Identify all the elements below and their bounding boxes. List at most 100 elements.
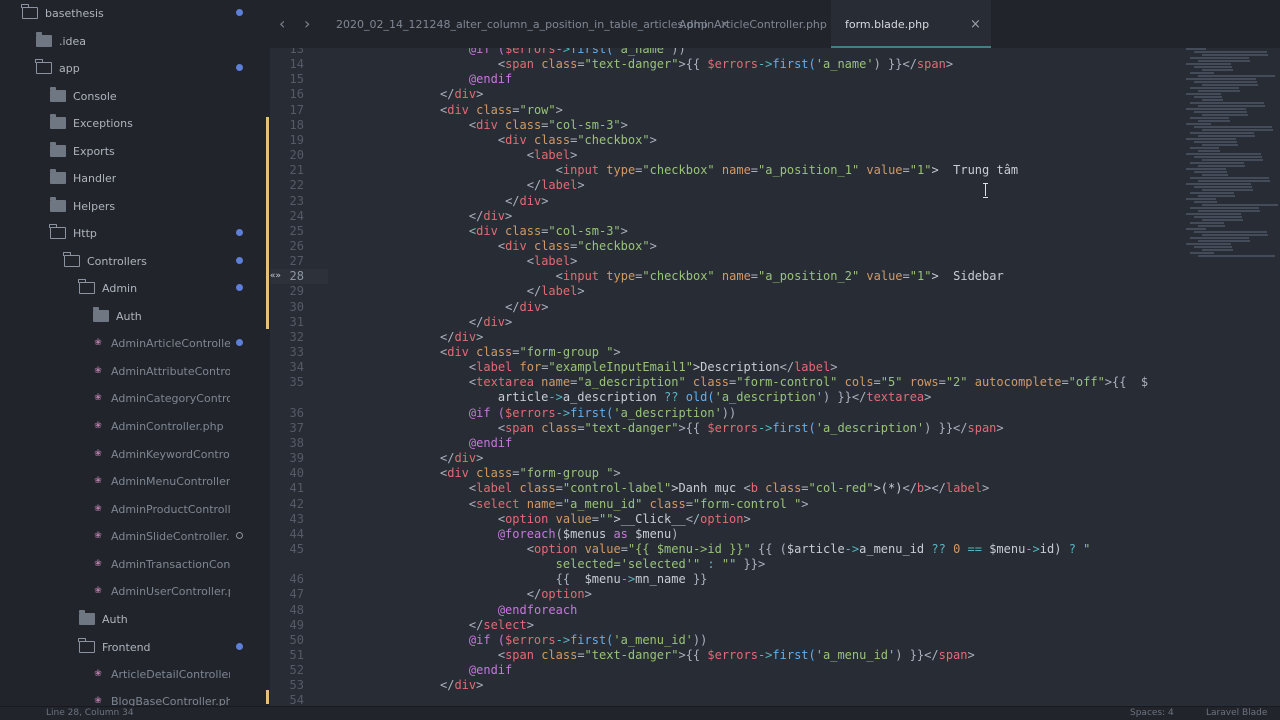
code-line[interactable]: 47 </option> bbox=[270, 587, 1170, 602]
code-line[interactable]: 16 </div> bbox=[270, 87, 1170, 102]
minimap-line bbox=[1198, 180, 1270, 182]
code-line[interactable]: 24 </div> bbox=[270, 209, 1170, 224]
folder-item[interactable]: app bbox=[0, 57, 270, 79]
code-line[interactable]: 30 </div> bbox=[270, 300, 1170, 315]
file-item[interactable]: ❀ AdminUserController.php bbox=[0, 580, 270, 602]
code-line[interactable]: 38 @endif bbox=[270, 436, 1170, 451]
code-line[interactable]: 49 </select> bbox=[270, 618, 1170, 633]
file-item[interactable]: ❀ AdminMenuController.php bbox=[0, 470, 270, 492]
code-line[interactable]: 13 @if ($errors->first('a_name')) bbox=[270, 48, 1170, 57]
minimap[interactable] bbox=[1180, 48, 1280, 258]
file-item[interactable]: ❀ AdminProductController.php bbox=[0, 498, 270, 520]
indentation-setting[interactable]: Spaces: 4 bbox=[1130, 708, 1174, 718]
code-token: >{{ bbox=[678, 420, 708, 435]
folder-item[interactable]: .idea bbox=[0, 30, 270, 52]
php-file-icon: ❀ bbox=[94, 421, 102, 431]
code-line[interactable]: 22 </label> bbox=[270, 178, 1170, 193]
code-line[interactable]: 21 <input type="checkbox" name="a_positio… bbox=[270, 163, 1170, 178]
tab-migration[interactable]: 2020_02_14_121248_alter_column_a_positio… bbox=[336, 0, 730, 48]
code-line[interactable]: 15 @endif bbox=[270, 72, 1170, 87]
code-token: "a_position_1" bbox=[758, 163, 867, 178]
line-number: 24 bbox=[289, 208, 304, 223]
folder-item[interactable]: Console bbox=[0, 85, 270, 107]
code-line[interactable]: 51 <span class="text-danger">{{ $errors->… bbox=[270, 648, 1170, 663]
code-line[interactable]: 41 <label class="control-label">Danh mục … bbox=[270, 481, 1170, 496]
code-token: @endif bbox=[468, 435, 513, 450]
code-token: id) bbox=[1039, 541, 1069, 556]
minimap-line bbox=[1190, 132, 1254, 134]
code-line[interactable]: 17 <div class="row"> bbox=[270, 103, 1170, 118]
code-line[interactable]: article->a_description ?? old('a_descrip… bbox=[270, 390, 1170, 405]
tab-form-blade[interactable]: form.blade.php bbox=[831, 0, 991, 48]
code-line[interactable]: 45 <option value="{{ $menu->id }}" {{ ($a… bbox=[270, 542, 1170, 557]
code-line[interactable]: 19 <div class="checkbox"> bbox=[270, 133, 1170, 148]
code-line[interactable]: 31 </div> bbox=[270, 315, 1170, 330]
file-item[interactable]: ❀ AdminTransactionController.php bbox=[0, 553, 270, 575]
file-item[interactable]: ❀ AdminKeywordController.php bbox=[0, 443, 270, 465]
code-line[interactable]: 27 <label> bbox=[270, 254, 1170, 269]
code-line[interactable]: «» 28 <input type="checkbox" name="a_posit… bbox=[270, 269, 1170, 285]
folder-item[interactable]: Auth bbox=[0, 608, 270, 630]
code-text: article->a_description ?? old('a_descrip… bbox=[498, 390, 932, 405]
code-token: class bbox=[476, 466, 513, 481]
code-line[interactable]: 36 @if ($errors->first('a_description')) bbox=[270, 406, 1170, 421]
code-line[interactable]: 53 </div> bbox=[270, 678, 1170, 693]
folder-item[interactable]: Exports bbox=[0, 140, 270, 162]
folder-item[interactable]: Frontend bbox=[0, 636, 270, 658]
tab-admin-article-controller[interactable]: AdminArticleController.php × bbox=[679, 0, 849, 48]
folder-open-icon bbox=[21, 4, 38, 19]
file-item[interactable]: ❀ AdminController.php bbox=[0, 415, 270, 437]
code-line[interactable]: 44 @foreach($menus as $menu) bbox=[270, 527, 1170, 542]
code-token: "text-danger" bbox=[584, 648, 679, 662]
cursor-position[interactable]: Line 28, Column 34 bbox=[46, 708, 134, 718]
code-line[interactable]: 43 <option value="">__Click__</option> bbox=[270, 512, 1170, 527]
code-line[interactable]: 50 @if ($errors->first('a_menu_id')) bbox=[270, 633, 1170, 648]
code-line[interactable]: 52 @endif bbox=[270, 663, 1170, 678]
code-line[interactable]: 42 <select name="a_menu_id" class="form-c… bbox=[270, 497, 1170, 512]
file-item[interactable]: ❀ AdminArticleController.php bbox=[0, 332, 270, 354]
close-icon[interactable]: × bbox=[970, 0, 981, 48]
php-file-icon: ❀ bbox=[94, 559, 102, 569]
code-token: = bbox=[873, 375, 881, 390]
folder-item[interactable]: Admin bbox=[0, 277, 270, 299]
minimap-line bbox=[1190, 177, 1269, 179]
code-line[interactable]: 33 <div class="form-group "> bbox=[270, 345, 1170, 360]
code-token: textarea bbox=[476, 375, 542, 390]
folder-item[interactable]: Handler bbox=[0, 167, 270, 189]
code-line[interactable]: 34 <label for="exampleInputEmail1">Descri… bbox=[270, 360, 1170, 375]
tree-item-label: AdminUserController.php bbox=[111, 584, 230, 598]
syntax-mode[interactable]: Laravel Blade bbox=[1206, 708, 1267, 718]
code-line[interactable]: 48 @endforeach bbox=[270, 603, 1170, 618]
code-line[interactable]: 26 <div class="checkbox"> bbox=[270, 239, 1170, 254]
code-line[interactable]: 29 </label> bbox=[270, 284, 1170, 299]
back-arrow-icon[interactable]: ‹ bbox=[279, 14, 285, 33]
code-line[interactable]: 23 </div> bbox=[270, 194, 1170, 209]
forward-arrow-icon[interactable]: › bbox=[304, 14, 310, 33]
file-item[interactable]: ❀ AdminSlideController.php bbox=[0, 525, 270, 547]
file-item[interactable]: ❀ ArticleDetailController.php bbox=[0, 663, 270, 685]
file-item[interactable]: ❀ AdminAttributeController.php bbox=[0, 360, 270, 382]
code-line[interactable]: 40 <div class="form-group "> bbox=[270, 466, 1170, 481]
folder-item[interactable]: Http bbox=[0, 222, 270, 244]
code-token: = bbox=[555, 481, 563, 496]
folder-item[interactable]: basethesis bbox=[0, 2, 270, 24]
folder-item[interactable]: Helpers bbox=[0, 195, 270, 217]
code-line[interactable]: 37 <span class="text-danger">{{ $errors->… bbox=[270, 421, 1170, 436]
folder-item[interactable]: Exceptions bbox=[0, 112, 270, 134]
file-item[interactable]: ❀ AdminCategoryController.php bbox=[0, 387, 270, 409]
code-line[interactable]: 46 {{ $menu->mn_name }} bbox=[270, 572, 1170, 587]
code-line[interactable]: 35 <textarea name="a_description" class="… bbox=[270, 375, 1170, 390]
code-line[interactable]: 20 <label> bbox=[270, 148, 1170, 163]
code-token: > bbox=[541, 193, 549, 208]
code-line[interactable]: 14 <span class="text-danger">{{ $errors->… bbox=[270, 57, 1170, 72]
code-token: div bbox=[505, 238, 534, 253]
code-line[interactable]: selected='selected'" : "" }}> bbox=[270, 557, 1170, 572]
folder-item[interactable]: Auth bbox=[0, 305, 270, 327]
code-token: < bbox=[555, 269, 563, 284]
code-line[interactable]: 18 <div class="col-sm-3"> bbox=[270, 118, 1170, 133]
code-area[interactable]: 13 @if ($errors->first('a_name')) 14 <span … bbox=[270, 48, 1280, 708]
code-line[interactable]: 25 <div class="col-sm-3"> bbox=[270, 224, 1170, 239]
folder-item[interactable]: Controllers bbox=[0, 250, 270, 272]
code-line[interactable]: 39 </div> bbox=[270, 451, 1170, 466]
code-line[interactable]: 32 </div> bbox=[270, 330, 1170, 345]
